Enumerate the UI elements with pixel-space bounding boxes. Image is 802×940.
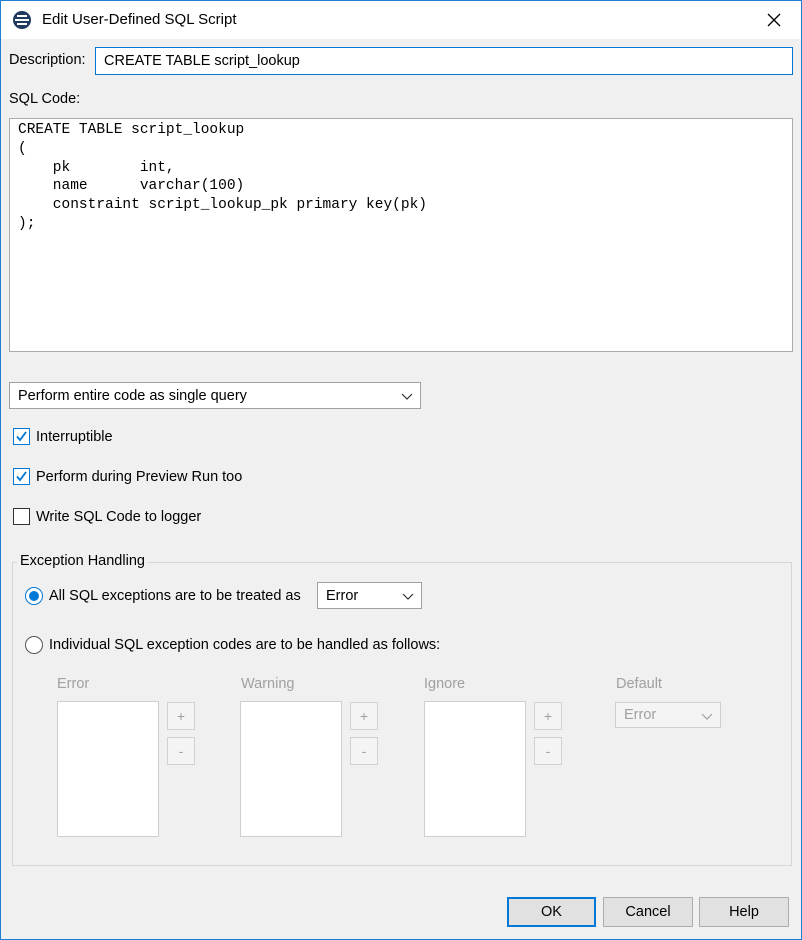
write-logger-checkbox[interactable] — [13, 508, 30, 525]
window-title: Edit User-Defined SQL Script — [42, 11, 237, 28]
execution-mode-select[interactable]: Perform entire code as single query — [9, 382, 421, 409]
checkmark-icon — [16, 471, 27, 482]
default-severity-value: Error — [624, 707, 657, 723]
code-line: constraint script_lookup_pk primary key(… — [18, 197, 427, 214]
add-warning-code-button[interactable]: + — [350, 702, 378, 730]
warning-codes-list[interactable] — [240, 701, 342, 837]
preview-run-checkbox[interactable] — [13, 468, 30, 485]
write-logger-label: Write SQL Code to logger — [36, 509, 202, 525]
individual-exceptions-radio[interactable] — [25, 636, 43, 654]
add-error-code-button[interactable]: + — [167, 702, 195, 730]
help-button[interactable]: Help — [699, 897, 789, 927]
app-icon — [13, 11, 31, 29]
dialog-window: Edit User-Defined SQL Script Description… — [0, 0, 802, 940]
individual-exceptions-label: Individual SQL exception codes are to be… — [49, 637, 441, 653]
code-line: CREATE TABLE script_lookup — [18, 122, 245, 138]
preview-run-label: Perform during Preview Run too — [36, 469, 243, 485]
interruptible-label: Interruptible — [36, 429, 113, 445]
error-column-label: Error — [57, 676, 90, 692]
add-ignore-code-button[interactable]: + — [534, 702, 562, 730]
cancel-button[interactable]: Cancel — [603, 897, 693, 927]
description-label: Description: — [9, 52, 86, 68]
remove-ignore-code-button[interactable]: - — [534, 737, 562, 765]
chevron-down-icon — [701, 713, 713, 720]
remove-error-code-button[interactable]: - — [167, 737, 195, 765]
error-codes-list[interactable] — [57, 701, 159, 837]
exception-severity-select[interactable]: Error — [317, 582, 422, 609]
sql-code-label: SQL Code: — [9, 91, 81, 107]
ignore-column-label: Ignore — [424, 676, 466, 692]
default-column-label: Default — [616, 676, 662, 692]
exception-handling-title: Exception Handling — [17, 553, 148, 569]
all-exceptions-radio[interactable] — [25, 587, 43, 605]
title-bar: Edit User-Defined SQL Script — [1, 1, 801, 39]
chevron-down-icon — [401, 393, 413, 400]
code-line: pk int, — [18, 159, 175, 176]
chevron-down-icon — [402, 593, 414, 600]
description-input[interactable]: CREATE TABLE script_lookup — [95, 47, 793, 75]
all-exceptions-label: All SQL exceptions are to be treated as — [49, 588, 301, 604]
checkmark-icon — [16, 431, 27, 442]
remove-warning-code-button[interactable]: - — [350, 737, 378, 765]
exception-severity-value: Error — [326, 588, 359, 604]
sql-code-editor[interactable]: CREATE TABLE script_lookup ( pk int, name… — [9, 118, 793, 352]
default-severity-select[interactable]: Error — [615, 702, 721, 728]
execution-mode-value: Perform entire code as single query — [18, 388, 247, 404]
close-icon[interactable] — [759, 5, 789, 35]
interruptible-checkbox[interactable] — [13, 428, 30, 445]
code-line: ); — [18, 215, 36, 232]
code-line: name varchar(100) — [18, 178, 245, 195]
ok-button[interactable]: OK — [507, 897, 596, 927]
ignore-codes-list[interactable] — [424, 701, 526, 837]
warning-column-label: Warning — [241, 676, 295, 692]
code-line: ( — [18, 140, 27, 157]
